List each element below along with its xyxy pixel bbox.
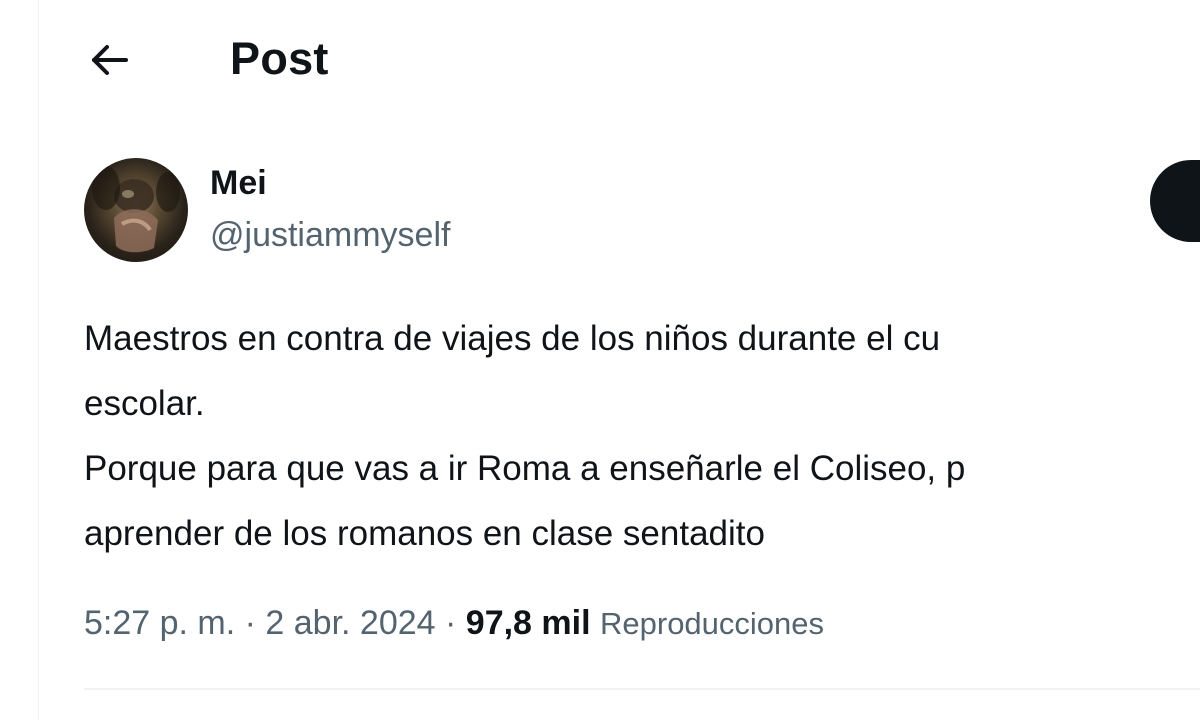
- post-page: Post Mei @justiammyself Maestros en cont…: [0, 0, 1200, 720]
- post-time[interactable]: 5:27 p. m.: [84, 604, 235, 642]
- views-label: Reproducciones: [600, 606, 825, 641]
- follow-button[interactable]: [1150, 160, 1200, 242]
- avatar-photo: [92, 166, 180, 253]
- back-button[interactable]: [78, 34, 142, 86]
- author-display-name[interactable]: Mei: [210, 162, 267, 204]
- post-text: Maestros en contra de viajes de los niño…: [84, 306, 1200, 566]
- page-title: Post: [230, 33, 329, 84]
- views-count[interactable]: 97,8 mil: [466, 604, 591, 642]
- author-handle[interactable]: @justiammyself: [210, 214, 450, 256]
- post-metadata: 5:27 p. m. · 2 abr. 2024 · 97,8 mil Repr…: [84, 598, 824, 649]
- post-text-line: aprender de los romanos en clase sentadi…: [84, 514, 765, 553]
- page-header: [38, 0, 1200, 120]
- post-text-line: escolar.: [84, 384, 205, 423]
- post-divider: [84, 688, 1200, 690]
- meta-separator: ·: [235, 604, 266, 642]
- post-date[interactable]: 2 abr. 2024: [265, 604, 435, 642]
- avatar[interactable]: [84, 158, 188, 262]
- meta-separator: ·: [435, 604, 466, 642]
- arrow-left-icon: [92, 45, 128, 75]
- post-text-line: Maestros en contra de viajes de los niño…: [84, 319, 941, 358]
- post-text-line: Porque para que vas a ir Roma a enseñarl…: [84, 449, 966, 488]
